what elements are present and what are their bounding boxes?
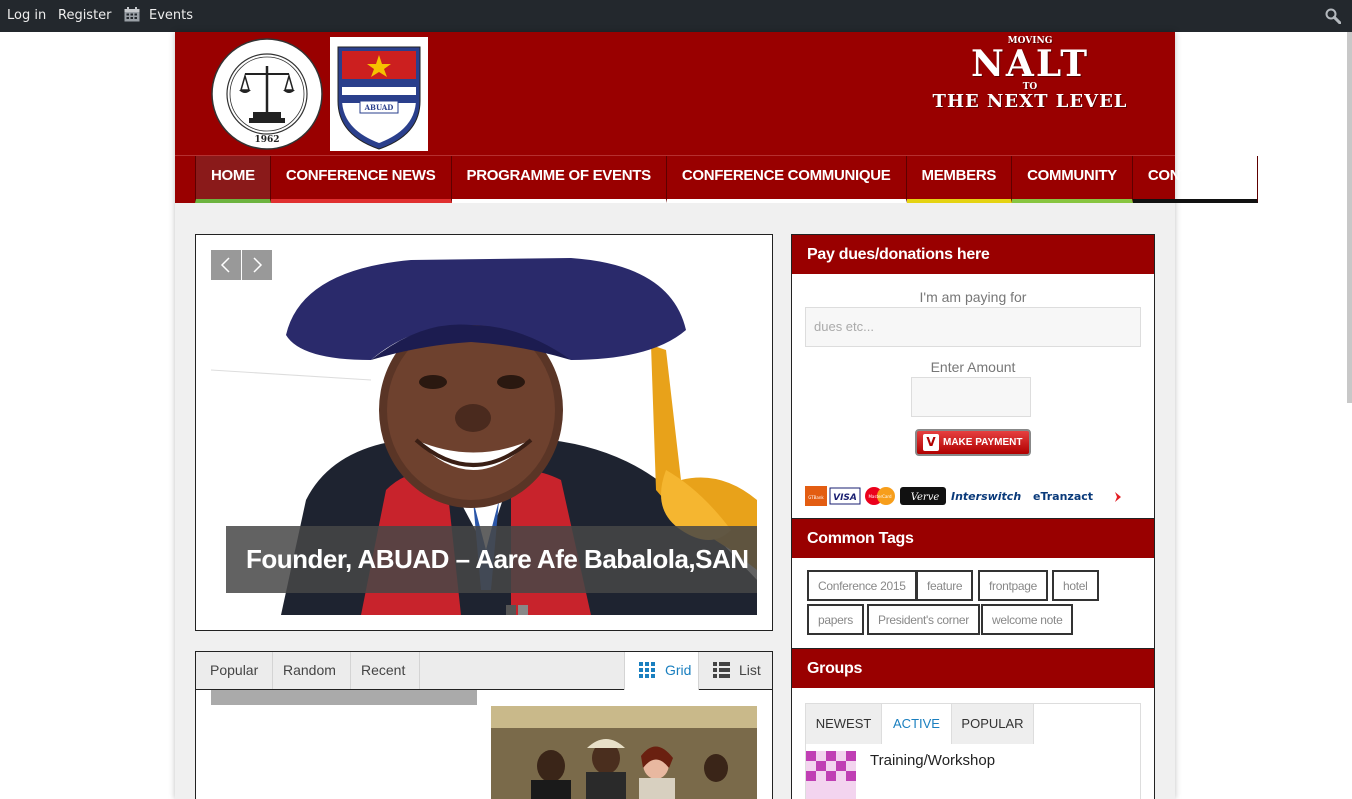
nav-item-programme-of-events[interactable]: PROGRAMME OF EVENTS: [451, 156, 667, 203]
slogan-bottom: THE NEXT LEVEL: [932, 91, 1128, 112]
admin-bar: Log in Register Events: [0, 0, 1352, 32]
tag-item[interactable]: Conference 2015: [807, 570, 917, 601]
payment-cards-logos: GTBank VISA MasterCard Verve Interswitch…: [805, 486, 1121, 506]
group-name[interactable]: Training/Workshop: [870, 752, 995, 769]
slider-next-button[interactable]: [242, 250, 272, 280]
tab-recent[interactable]: Recent: [347, 652, 421, 689]
card-gtbank: GTBank: [808, 495, 824, 500]
abuad-logo[interactable]: ABUAD: [330, 37, 428, 151]
groups-widget-title: Groups: [792, 649, 1154, 688]
search-icon[interactable]: [1325, 8, 1341, 24]
logo-year: 1962: [254, 135, 279, 145]
common-tags-widget: Common Tags Conference 2015 feature fron…: [791, 518, 1155, 649]
tag-item[interactable]: frontpage: [978, 570, 1049, 601]
paying-for-label: I'm am paying for: [919, 289, 1027, 305]
nav-item-conference-communique[interactable]: CONFERENCE COMMUNIQUE: [666, 156, 907, 203]
nav-item-members[interactable]: MEMBERS: [906, 156, 1013, 203]
verve-v-icon: V: [923, 434, 939, 451]
page-container: 1962 ABUAD MOVING NALT TO THE NEXT LEVEL…: [175, 32, 1259, 799]
chevron-right-icon: [253, 257, 263, 273]
nalt-logo[interactable]: 1962: [211, 38, 323, 150]
tag-item[interactable]: hotel: [1052, 570, 1099, 601]
featured-slider: Founder, ABUAD – Aare Afe Babalola,SAN: [195, 234, 773, 631]
events-link[interactable]: Events: [149, 0, 193, 32]
grid-icon: [639, 662, 655, 678]
register-link[interactable]: Register: [58, 0, 112, 32]
tab-random[interactable]: Random: [269, 652, 351, 689]
posts-widget: Popular Random Recent Grid List: [195, 651, 773, 799]
tag-item[interactable]: feature: [916, 570, 974, 601]
login-link[interactable]: Log in: [7, 0, 46, 32]
paying-for-input[interactable]: dues etc...: [805, 307, 1141, 347]
nav-item-conference-news[interactable]: CONFERENCE NEWS: [270, 156, 452, 203]
grid-view-button[interactable]: Grid: [624, 652, 698, 690]
page-scrollbar[interactable]: [1347, 32, 1352, 403]
list-view-button[interactable]: List: [698, 652, 772, 690]
tags-widget-title: Common Tags: [792, 519, 1154, 558]
group-avatar[interactable]: [806, 751, 856, 799]
slogan-main: NALT: [970, 43, 1089, 85]
pay-dues-widget: Pay dues/donations here I'm am paying fo…: [791, 234, 1155, 519]
tag-item[interactable]: papers: [807, 604, 864, 635]
card-mastercard: MasterCard: [868, 494, 891, 499]
grid-label: Grid: [665, 662, 692, 678]
slider-prev-button[interactable]: [211, 250, 241, 280]
main-nav: HOME CONFERENCE NEWS PROGRAMME OF EVENTS CO…: [175, 155, 1259, 203]
nav-item-contact-us[interactable]: CONTACT US: [1132, 156, 1259, 203]
card-visa: VISA: [833, 493, 857, 503]
tag-item[interactable]: President's corner: [867, 604, 980, 635]
list-icon: [713, 662, 730, 678]
groups-tabs: NEWEST ACTIVE POPULAR Training/Workshop: [805, 703, 1141, 799]
tab-popular[interactable]: Popular: [196, 652, 274, 689]
card-etranzact: eTranzact: [1033, 490, 1093, 503]
card-interswitch: Interswitch: [951, 490, 1021, 503]
calendar-icon: [124, 7, 140, 22]
pay-widget-title: Pay dues/donations here: [792, 235, 1154, 274]
make-payment-button[interactable]: V MAKE PAYMENT: [915, 429, 1031, 456]
slide-caption[interactable]: Founder, ABUAD – Aare Afe Babalola,SAN: [226, 526, 757, 593]
card-verve: Verve: [911, 492, 940, 503]
chevron-left-icon: [220, 257, 230, 273]
site-header: 1962 ABUAD MOVING NALT TO THE NEXT LEVEL: [175, 32, 1175, 155]
list-label: List: [739, 662, 761, 678]
groups-widget: Groups NEWEST ACTIVE POPULAR Training/Wo…: [791, 648, 1155, 799]
tab-newest[interactable]: NEWEST: [806, 704, 882, 744]
logo-abbr: ABUAD: [364, 103, 394, 112]
posts-tabbar: Popular Random Recent Grid List: [196, 652, 772, 690]
tab-popular-groups[interactable]: POPULAR: [952, 704, 1034, 744]
nav-item-community[interactable]: COMMUNITY: [1012, 156, 1133, 203]
amount-input[interactable]: [911, 377, 1031, 417]
slogan: MOVING NALT TO THE NEXT LEVEL: [930, 36, 1130, 112]
make-payment-label: MAKE PAYMENT: [943, 437, 1023, 448]
nav-item-home[interactable]: HOME: [195, 156, 271, 203]
tab-active[interactable]: ACTIVE: [882, 704, 952, 744]
post-placeholder-bar: [211, 690, 477, 705]
tag-item[interactable]: welcome note: [981, 604, 1074, 635]
amount-label: Enter Amount: [930, 359, 1016, 375]
post-thumbnail[interactable]: [491, 706, 757, 799]
